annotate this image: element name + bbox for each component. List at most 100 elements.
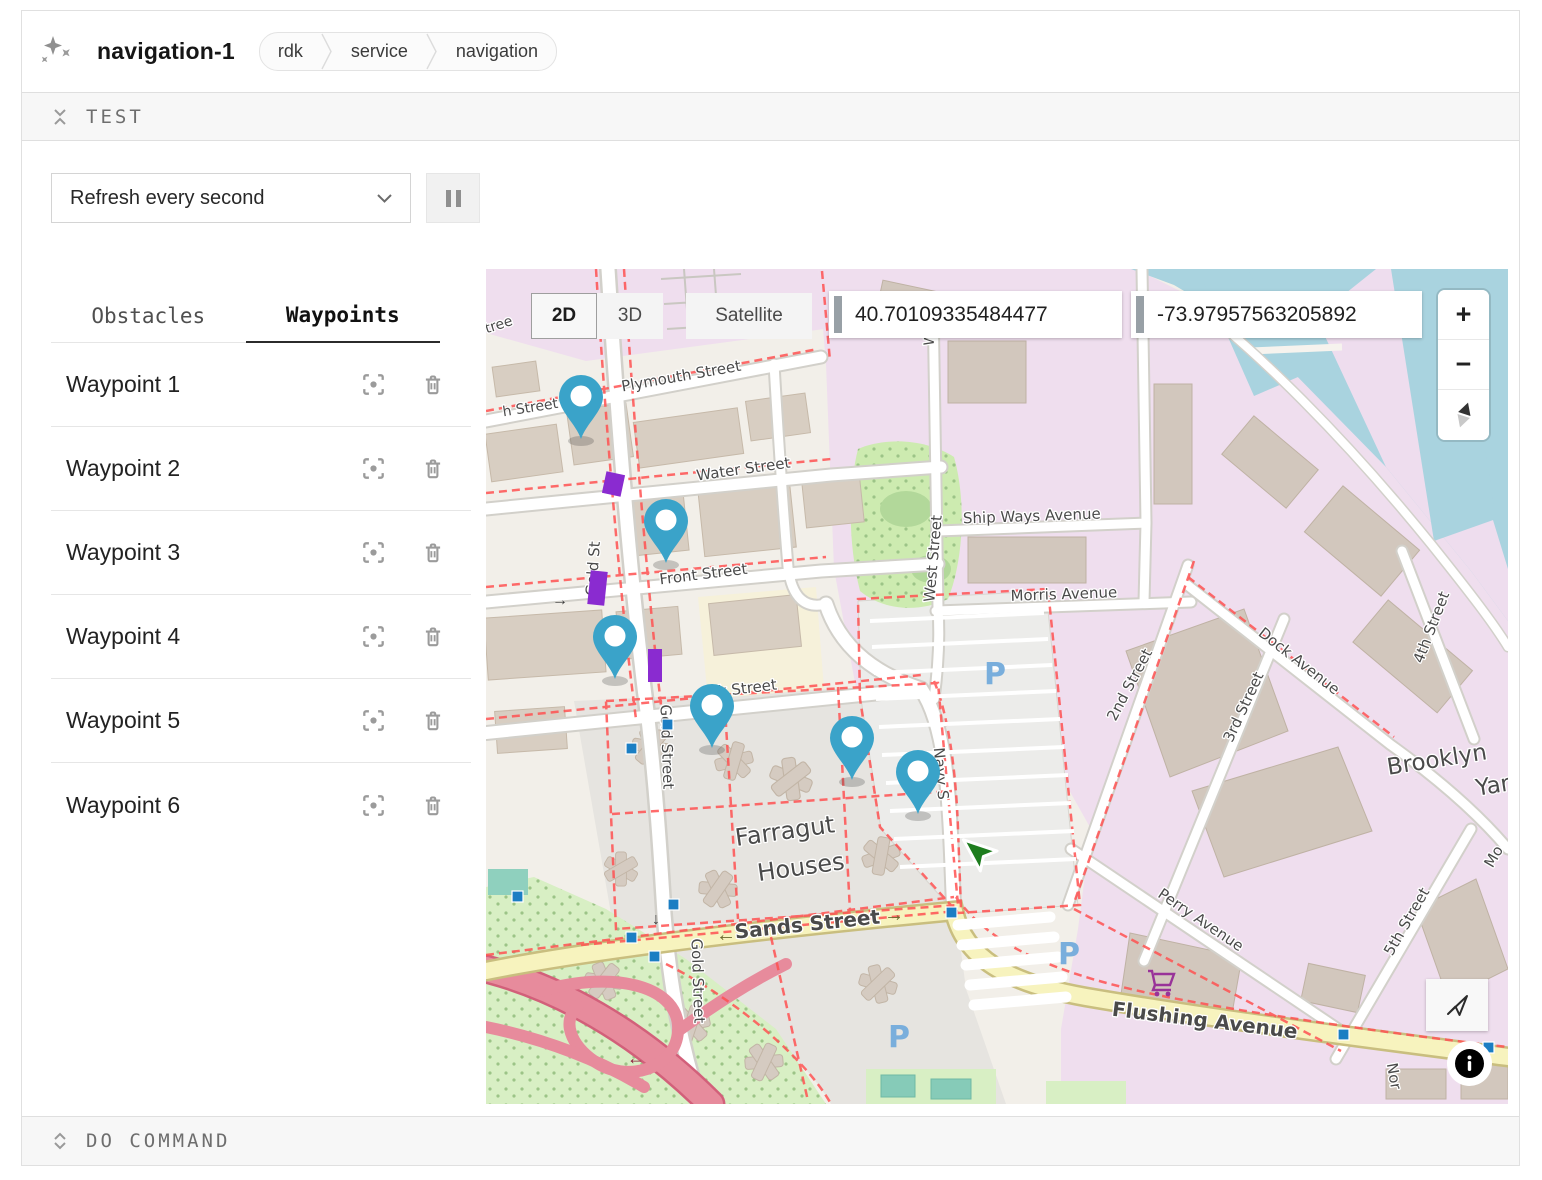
latitude-input[interactable]: 40.70109335484477 [829, 291, 1122, 338]
zoom-out-button[interactable]: − [1438, 340, 1489, 390]
focus-icon [362, 625, 385, 648]
parking-icon: P [1058, 937, 1080, 972]
page: navigation-1 rdk service navigation TEST… [0, 0, 1542, 1180]
expand-icon [51, 1132, 69, 1150]
service-sparkles-icon [41, 35, 79, 69]
waypoint-row: Waypoint 3 [51, 511, 471, 595]
tab-obstacles[interactable]: Obstacles [51, 289, 246, 342]
card-header: navigation-1 rdk service navigation [22, 11, 1519, 92]
refresh-rate-select[interactable]: Refresh every second [51, 173, 411, 223]
breadcrumb-item: service [333, 33, 426, 70]
waypoint-name: Waypoint 1 [51, 371, 180, 398]
map-3d-button[interactable]: 3D [597, 293, 663, 339]
waypoint-name: Waypoint 4 [51, 623, 180, 650]
traffic-signal-icon [946, 907, 957, 918]
map-obstacle[interactable] [587, 570, 607, 606]
compass-button[interactable] [1438, 390, 1489, 440]
street-label: Yar [1473, 770, 1508, 801]
parking-icon: P [984, 657, 1006, 692]
delete-waypoint-button[interactable] [422, 373, 444, 396]
breadcrumb-separator-icon [426, 33, 438, 70]
locate-button[interactable] [1426, 979, 1488, 1031]
info-icon [1454, 1048, 1485, 1079]
pause-button[interactable] [426, 173, 480, 223]
longitude-drag-handle-icon[interactable] [1136, 296, 1144, 333]
traffic-signal-icon [512, 891, 523, 902]
focus-icon [362, 709, 385, 732]
breadcrumb-item: navigation [438, 33, 556, 70]
focus-waypoint-button[interactable] [362, 625, 385, 648]
delete-waypoint-button[interactable] [422, 709, 444, 732]
trash-icon [422, 457, 444, 480]
traffic-signal-icon [649, 951, 660, 962]
longitude-value: -73.97957563205892 [1144, 303, 1357, 327]
tab-waypoints[interactable]: Waypoints [246, 289, 441, 343]
traffic-signal-icon [1338, 1029, 1349, 1040]
focus-waypoint-button[interactable] [362, 457, 385, 480]
delete-waypoint-button[interactable] [422, 457, 444, 480]
one-way-arrow: ↓ [652, 911, 660, 928]
delete-waypoint-button[interactable] [422, 541, 444, 564]
latitude-value: 40.70109335484477 [842, 303, 1048, 327]
waypoint-row: Waypoint 2 [51, 427, 471, 511]
latitude-drag-handle-icon[interactable] [834, 296, 842, 333]
map-obstacle[interactable] [648, 649, 662, 682]
street-label: Morris Avenue [1010, 583, 1117, 605]
pause-icon [456, 190, 461, 207]
waypoint-name: Waypoint 2 [51, 455, 180, 482]
collapse-icon [51, 108, 69, 126]
focus-icon [362, 794, 385, 817]
test-panel-label: TEST [86, 106, 144, 128]
traffic-signal-icon [626, 743, 637, 754]
do-command-panel-header[interactable]: DO COMMAND [22, 1116, 1519, 1165]
one-way-arrow: ← [716, 924, 736, 946]
compass-icon [1453, 400, 1475, 430]
waypoint-name: Waypoint 5 [51, 707, 180, 734]
street-label: Gold Street [688, 938, 709, 1024]
waypoint-name: Waypoint 3 [51, 539, 180, 566]
longitude-input[interactable]: -73.97957563205892 [1131, 291, 1422, 338]
map-2d-button[interactable]: 2D [531, 293, 597, 339]
one-way-arrow: ← [627, 1048, 645, 1068]
map-zoom-control: + − [1438, 290, 1489, 440]
chevron-down-icon [377, 194, 392, 203]
waypoint-row: Waypoint 6 [51, 763, 471, 847]
pause-icon [446, 190, 451, 207]
traffic-signal-icon [662, 719, 673, 730]
focus-icon [362, 457, 385, 480]
focus-icon [362, 373, 385, 396]
focus-waypoint-button[interactable] [362, 709, 385, 732]
zoom-in-button[interactable]: + [1438, 290, 1489, 340]
page-title: navigation-1 [97, 38, 235, 65]
do-command-panel-label: DO COMMAND [86, 1130, 230, 1152]
focus-waypoint-button[interactable] [362, 373, 385, 396]
delete-waypoint-button[interactable] [422, 625, 444, 648]
navigation-service-card: navigation-1 rdk service navigation TEST… [21, 10, 1520, 1166]
map[interactable]: h StreetPlymouth StreetWater StreetGold … [486, 269, 1508, 1104]
delete-waypoint-button[interactable] [422, 794, 444, 817]
waypoint-row: Waypoint 1 [51, 343, 471, 427]
map-satellite-button[interactable]: Satellite [686, 293, 812, 339]
breadcrumb: rdk service navigation [259, 32, 557, 71]
trash-icon [422, 794, 444, 817]
breadcrumb-separator-icon [321, 33, 333, 70]
map-canvas: h StreetPlymouth StreetWater StreetGold … [486, 269, 1508, 1104]
attribution-button[interactable] [1447, 1041, 1492, 1086]
traffic-signal-icon [668, 899, 679, 910]
focus-icon [362, 541, 385, 564]
refresh-rate-value: Refresh every second [70, 187, 265, 210]
test-panel-header[interactable]: TEST [22, 92, 1519, 141]
map-mode-toggle: 2D 3D [531, 293, 663, 339]
one-way-arrow: → [884, 904, 904, 926]
trash-icon [422, 541, 444, 564]
parking-icon: P [888, 1020, 910, 1055]
traffic-signal-icon [626, 932, 637, 943]
send-arrow-icon [1444, 992, 1470, 1018]
waypoint-name: Waypoint 6 [51, 792, 180, 819]
trash-icon [422, 625, 444, 648]
breadcrumb-item: rdk [260, 33, 321, 70]
focus-waypoint-button[interactable] [362, 794, 385, 817]
focus-waypoint-button[interactable] [362, 541, 385, 564]
list-tabs: Obstacles Waypoints [51, 289, 440, 343]
waypoint-row: Waypoint 5 [51, 679, 471, 763]
